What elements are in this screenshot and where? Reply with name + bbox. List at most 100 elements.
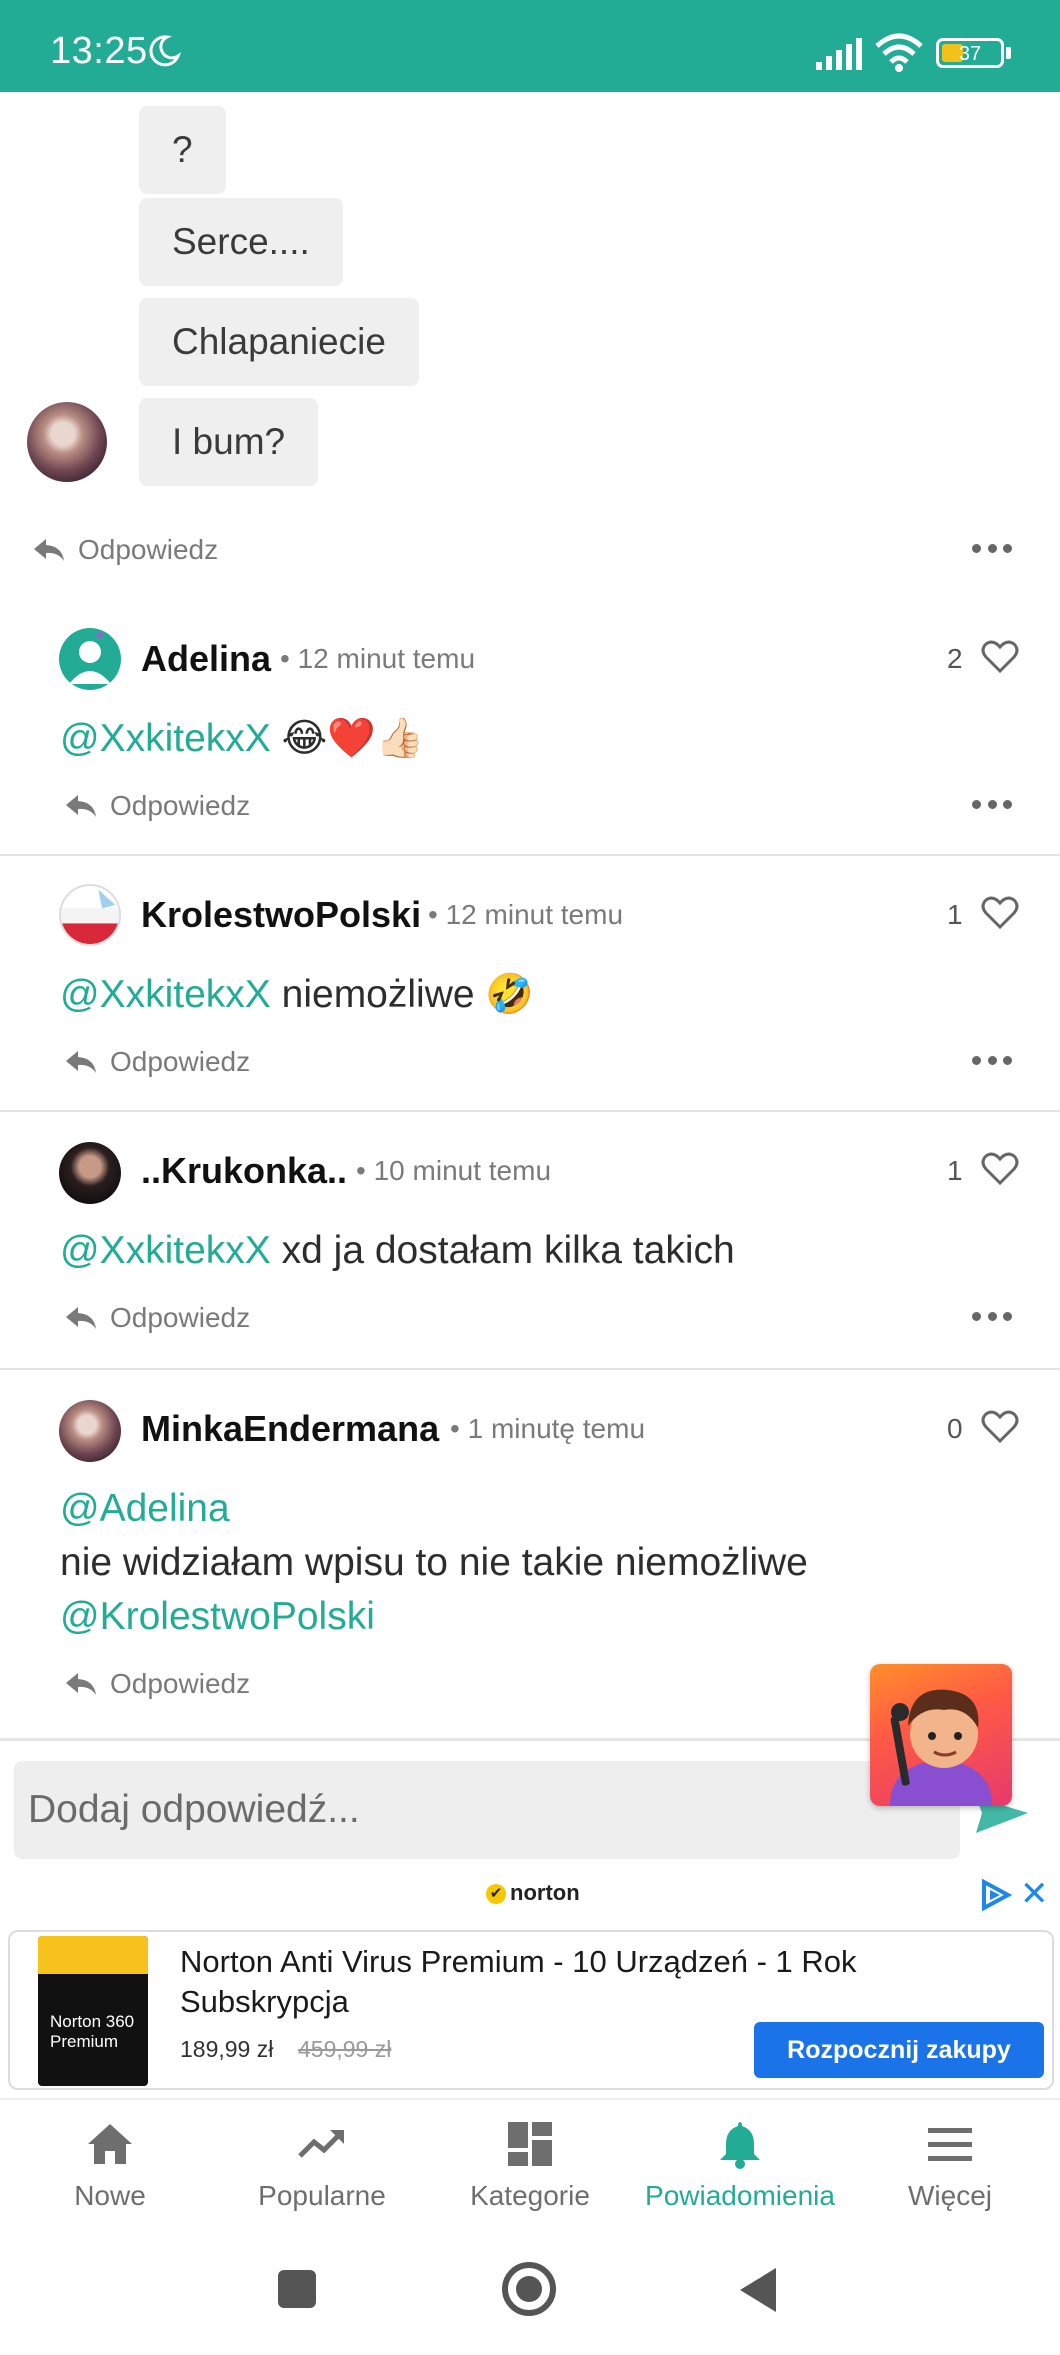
recents-button[interactable] (278, 2270, 316, 2308)
comment-time-text: 10 minut temu (373, 1155, 552, 1186)
more-options-icon[interactable] (972, 800, 1012, 812)
comment-author[interactable]: KrolestwoPolski (141, 894, 421, 936)
reply-icon (66, 1673, 96, 1695)
reply-input[interactable]: Dodaj odpowiedź... (14, 1761, 960, 1859)
comment-time: • 10 minut temu (356, 1155, 552, 1186)
mention-link[interactable]: @Adelina (60, 1487, 230, 1530)
status-time: 13:25 (50, 30, 148, 72)
nav-item-popularne[interactable]: Popularne (216, 2100, 428, 2230)
like-count: 2 (947, 643, 963, 674)
reply-button[interactable]: Odpowiedz (64, 790, 250, 822)
close-icon[interactable]: ✕ (1020, 1874, 1049, 1914)
comment-time-text: 1 minutę temu (467, 1413, 646, 1444)
reply-icon (66, 795, 96, 817)
comment-author[interactable]: MinkaEndermana (141, 1408, 439, 1450)
heart-icon[interactable] (981, 1152, 1019, 1186)
trending-icon (298, 2130, 344, 2158)
reply-button[interactable]: Odpowiedz (64, 1668, 250, 1700)
comment-text: niemożliwe 🤣 (270, 973, 534, 1016)
nav-item-nowe[interactable]: Nowe (4, 2100, 216, 2230)
more-options-icon[interactable] (972, 1056, 1012, 1068)
ad-title[interactable]: Norton Anti Virus Premium - 10 Urządzeń … (180, 1942, 860, 2022)
heart-icon[interactable] (981, 1410, 1019, 1444)
comment-line: @KrolestwoPolski (60, 1590, 808, 1644)
heart-icon[interactable] (981, 896, 1019, 930)
like-count: 1 (947, 899, 963, 930)
like-count: 1 (947, 1155, 963, 1186)
more-options-icon[interactable] (972, 1312, 1012, 1324)
nav-label: Popularne (258, 2180, 386, 2211)
comment-time: • 12 minut temu (428, 899, 624, 930)
nav-item-powiadomienia[interactable]: Powiadomienia (634, 2100, 846, 2230)
mention-link[interactable]: @XxkitekxX (60, 1229, 271, 1272)
comment-line: @Adelina (60, 1482, 808, 1536)
ad-banner[interactable]: ✔ norton ✕ Norton 360 Premium Norton Anti… (0, 1868, 1060, 2098)
ad-product-label: Norton 360 Premium (50, 2012, 135, 2051)
nav-label: Kategorie (470, 2180, 590, 2211)
nav-label: Powiadomienia (645, 2180, 835, 2211)
reply-button[interactable]: Odpowiedz (64, 1046, 250, 1078)
reply-icon (66, 1307, 96, 1329)
comment: KrolestwoPolski • 12 minut temu 1 @Xxkit… (0, 856, 1060, 1112)
comment-line: @XxkitekxX 😂❤️👍🏻 (60, 712, 424, 766)
mention-link[interactable]: @XxkitekxX (60, 717, 271, 760)
ad-price: 189,99 zł (180, 2036, 274, 2062)
ad-cta-button[interactable]: Rozpocznij zakupy (754, 2022, 1044, 2078)
reply-label: Odpowiedz (110, 790, 251, 821)
comment-time-text: 12 minut temu (297, 643, 476, 674)
reply-button[interactable]: Odpowiedz (32, 534, 218, 566)
chat-bubble: I bum? (139, 398, 319, 486)
home-button[interactable] (502, 2262, 556, 2316)
home-icon (88, 2124, 132, 2164)
reply-label: Odpowiedz (78, 534, 219, 565)
comment-time: • 12 minut temu (280, 643, 476, 674)
comment-line: @XxkitekxX niemożliwe 🤣 (60, 968, 534, 1022)
more-options-icon[interactable] (972, 544, 1012, 556)
ad-brand: norton (510, 1880, 580, 1905)
adchoices-icon[interactable] (978, 1878, 1012, 1912)
avatar[interactable] (59, 1400, 121, 1462)
avatar[interactable] (59, 1142, 121, 1204)
nav-item-kategorie[interactable]: Kategorie (424, 2100, 636, 2230)
floating-game-icon[interactable] (870, 1664, 1012, 1806)
comment-body: @XxkitekxX 😂❤️👍🏻 (60, 712, 424, 766)
nav-label: Więcej (907, 2180, 992, 2211)
comment: ..Krukonka.. • 10 minut temu 1 @Xxkitekx… (0, 1112, 1060, 1368)
heart-icon[interactable] (981, 640, 1019, 674)
comment-time: • 1 minutę temu (450, 1413, 646, 1444)
nav-item-wiecej[interactable]: Więcej (844, 2100, 1056, 2230)
reply-button[interactable]: Odpowiedz (64, 1302, 250, 1334)
menu-icon (928, 2128, 972, 2161)
system-navigation-bar (0, 2228, 1060, 2355)
comment-line: @XxkitekxX xd ja dostałam kilka takich (60, 1224, 735, 1278)
reply-icon (66, 1051, 96, 1073)
comment-text: 😂❤️👍🏻 (270, 717, 425, 760)
chat-bubble: ? (139, 106, 226, 194)
avatar[interactable] (59, 628, 121, 690)
reply-label: Odpowiedz (110, 1046, 251, 1077)
comment-line: nie widziałam wpisu to nie takie niemożl… (60, 1536, 808, 1590)
ad-card[interactable]: Norton 360 Premium Norton Anti Virus Pre… (8, 1930, 1054, 2090)
bell-icon (720, 2122, 760, 2169)
battery-cap (1006, 47, 1011, 59)
comment-time-text: 12 minut temu (445, 899, 624, 930)
comment-author[interactable]: ..Krukonka.. (141, 1150, 347, 1192)
comment-text: xd ja dostałam kilka takich (270, 1229, 735, 1272)
chat-bubble: Chlapaniecie (139, 298, 419, 386)
mention-link[interactable]: @XxkitekxX (60, 973, 271, 1016)
wifi-icon (875, 33, 923, 72)
moon-icon (149, 35, 181, 67)
comment-body: @Adelina nie widziałam wpisu to nie takie… (60, 1482, 808, 1644)
ad-old-price: 459,99 zł (298, 2036, 392, 2062)
reply-label: Odpowiedz (110, 1302, 251, 1333)
comment-body: @XxkitekxX niemożliwe 🤣 (60, 968, 534, 1022)
comment-author[interactable]: Adelina (141, 638, 271, 680)
bottom-navigation: Nowe Popularne Kategorie Powiadomienia W… (0, 2098, 1060, 2228)
comment-body: @XxkitekxX xd ja dostałam kilka takich (60, 1224, 735, 1278)
mention-link[interactable]: @KrolestwoPolski (60, 1595, 375, 1638)
avatar[interactable] (27, 402, 107, 482)
ad-product-image: Norton 360 Premium (38, 1936, 148, 2086)
avatar[interactable] (59, 884, 121, 946)
chat-bubble: Serce.... (139, 198, 343, 286)
back-button[interactable] (740, 2268, 776, 2312)
